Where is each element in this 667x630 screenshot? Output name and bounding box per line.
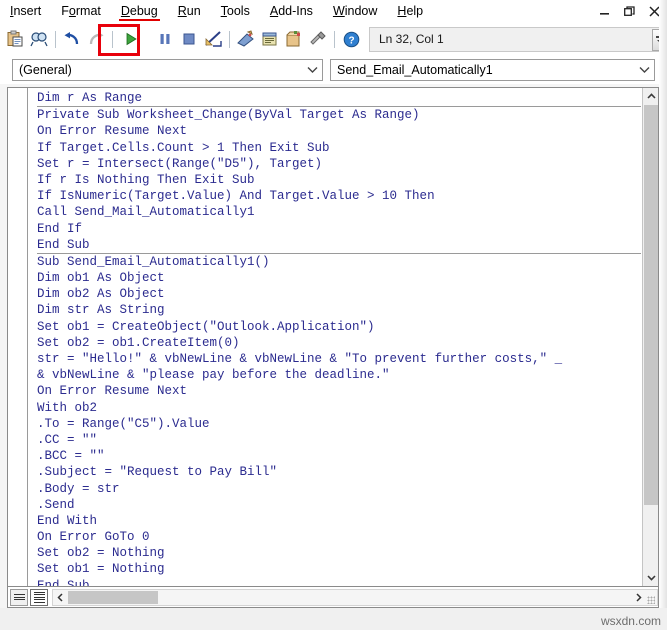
- code-line[interactable]: .Send: [37, 497, 641, 513]
- menu-bar: IInsertnsert Format Debug Run Tools Add-…: [0, 0, 667, 22]
- code-horizontal-scrollbar[interactable]: [52, 588, 658, 606]
- code-line[interactable]: If Target.Cells.Count > 1 Then Exit Sub: [37, 140, 641, 156]
- object-browser-button[interactable]: [282, 27, 306, 51]
- full-module-view-button[interactable]: [30, 588, 48, 606]
- design-mode-button[interactable]: [201, 27, 225, 51]
- menu-item-debug[interactable]: Debug: [111, 0, 168, 22]
- paste-button[interactable]: [3, 27, 27, 51]
- code-line[interactable]: Private Sub Worksheet_Change(ByVal Targe…: [37, 107, 641, 123]
- position-indicator-text: Ln 32, Col 1: [379, 32, 444, 46]
- toolbar-separator: [55, 30, 56, 48]
- code-vertical-scrollbar[interactable]: [642, 88, 658, 586]
- procedure-combo-value: Send_Email_Automatically1: [337, 63, 493, 77]
- horizontal-scroll-thumb[interactable]: [68, 590, 158, 604]
- menu-item-insert[interactable]: IInsertnsert: [0, 0, 51, 22]
- restore-button[interactable]: [624, 5, 636, 17]
- watermark: wsxdn.com: [600, 614, 661, 628]
- combo-bar: (General) Send_Email_Automatically1: [0, 56, 667, 84]
- menu-item-help[interactable]: Help: [387, 0, 433, 22]
- code-line[interactable]: str = "Hello!" & vbNewLine & vbNewLine &…: [37, 351, 641, 367]
- code-line[interactable]: End With: [37, 513, 641, 529]
- code-line[interactable]: On Error Resume Next: [37, 383, 641, 399]
- chevron-down-icon[interactable]: [634, 60, 654, 80]
- undo-button[interactable]: [60, 27, 84, 51]
- toolbar-separator: [112, 30, 113, 48]
- menu-item-tools[interactable]: Tools: [211, 0, 260, 22]
- toolbar-separator: [229, 30, 230, 48]
- position-indicator: Ln 32, Col 1: [369, 26, 667, 52]
- code-line[interactable]: .To = Range("C5").Value: [37, 416, 641, 432]
- vertical-scroll-thumb[interactable]: [644, 105, 658, 505]
- code-line[interactable]: Set ob1 = Nothing: [37, 561, 641, 577]
- code-line[interactable]: On Error GoTo 0: [37, 529, 641, 545]
- code-pane[interactable]: Dim r As Range Private Sub Worksheet_Chan…: [7, 87, 659, 587]
- code-line[interactable]: End Sub: [37, 578, 641, 586]
- code-line[interactable]: If IsNumeric(Target.Value) And Target.Va…: [37, 188, 641, 204]
- window-controls: [599, 0, 661, 22]
- properties-window-button[interactable]: [258, 27, 282, 51]
- code-line[interactable]: Dim ob2 As Object: [37, 286, 641, 302]
- code-line[interactable]: Set r = Intersect(Range("D5"), Target): [37, 156, 641, 172]
- code-line[interactable]: End Sub: [37, 237, 641, 253]
- scroll-down-icon[interactable]: [643, 569, 658, 586]
- vba-editor-window: IInsertnsert Format Debug Run Tools Add-…: [0, 0, 667, 630]
- standard-toolbar: ? Ln 32, Col 1: [0, 22, 667, 56]
- window-bottom-edge: [0, 608, 667, 630]
- procedure-view-button[interactable]: [10, 588, 28, 606]
- code-line[interactable]: Call Send_Mail_Automatically1: [37, 204, 641, 220]
- code-line[interactable]: With ob2: [37, 400, 641, 416]
- minimize-button[interactable]: [599, 6, 611, 17]
- code-text[interactable]: Dim r As Range Private Sub Worksheet_Chan…: [28, 88, 641, 586]
- break-button[interactable]: [153, 27, 177, 51]
- menu-item-addins[interactable]: Add-Ins: [260, 0, 323, 22]
- code-line[interactable]: Set ob2 = Nothing: [37, 545, 641, 561]
- procedure-view-icon: [13, 593, 25, 602]
- window-right-edge: [659, 0, 667, 610]
- object-combo[interactable]: (General): [12, 59, 323, 81]
- code-line[interactable]: Dim r As Range: [37, 90, 641, 106]
- menu-item-run[interactable]: Run: [168, 0, 211, 22]
- code-margin-indicator-bar: [8, 88, 28, 586]
- code-line[interactable]: .BCC = "": [37, 448, 641, 464]
- code-line[interactable]: .CC = "": [37, 432, 641, 448]
- code-line[interactable]: .Subject = "Request to Pay Bill": [37, 464, 641, 480]
- svg-text:?: ?: [348, 35, 354, 46]
- code-line[interactable]: Dim ob1 As Object: [37, 270, 641, 286]
- full-module-view-icon: [33, 590, 45, 604]
- chevron-down-icon[interactable]: [302, 60, 322, 80]
- code-line[interactable]: On Error Resume Next: [37, 123, 641, 139]
- reset-button[interactable]: [177, 27, 201, 51]
- project-explorer-button[interactable]: [234, 27, 258, 51]
- code-editor[interactable]: Dim r As Range Private Sub Worksheet_Chan…: [28, 88, 641, 586]
- help-button[interactable]: ?: [339, 27, 363, 51]
- code-line[interactable]: Sub Send_Email_Automatically1(): [37, 254, 641, 270]
- code-line[interactable]: Set ob1 = CreateObject("Outlook.Applicat…: [37, 319, 641, 335]
- code-line[interactable]: Set ob2 = ob1.CreateItem(0): [37, 335, 641, 351]
- find-button[interactable]: [27, 27, 51, 51]
- code-line[interactable]: If r Is Nothing Then Exit Sub: [37, 172, 641, 188]
- scroll-up-icon[interactable]: [643, 88, 658, 105]
- scroll-right-icon[interactable]: [631, 590, 645, 605]
- menu-item-format[interactable]: Format: [51, 0, 111, 22]
- code-pane-bottom-bar: [7, 587, 659, 608]
- menu-item-window[interactable]: Window: [323, 0, 387, 22]
- procedure-combo[interactable]: Send_Email_Automatically1: [330, 59, 655, 81]
- resize-grip[interactable]: [647, 595, 655, 604]
- redo-button[interactable]: [84, 27, 108, 51]
- code-line[interactable]: Dim str As String: [37, 302, 641, 318]
- code-line[interactable]: End If: [37, 221, 641, 237]
- toolbox-button[interactable]: [306, 27, 330, 51]
- code-line[interactable]: & vbNewLine & "please pay before the dea…: [37, 367, 641, 383]
- run-sub-userform-button[interactable]: [117, 27, 145, 51]
- scroll-left-icon[interactable]: [53, 590, 67, 605]
- code-line[interactable]: .Body = str: [37, 481, 641, 497]
- toolbar-separator: [334, 30, 335, 48]
- object-combo-value: (General): [19, 63, 72, 77]
